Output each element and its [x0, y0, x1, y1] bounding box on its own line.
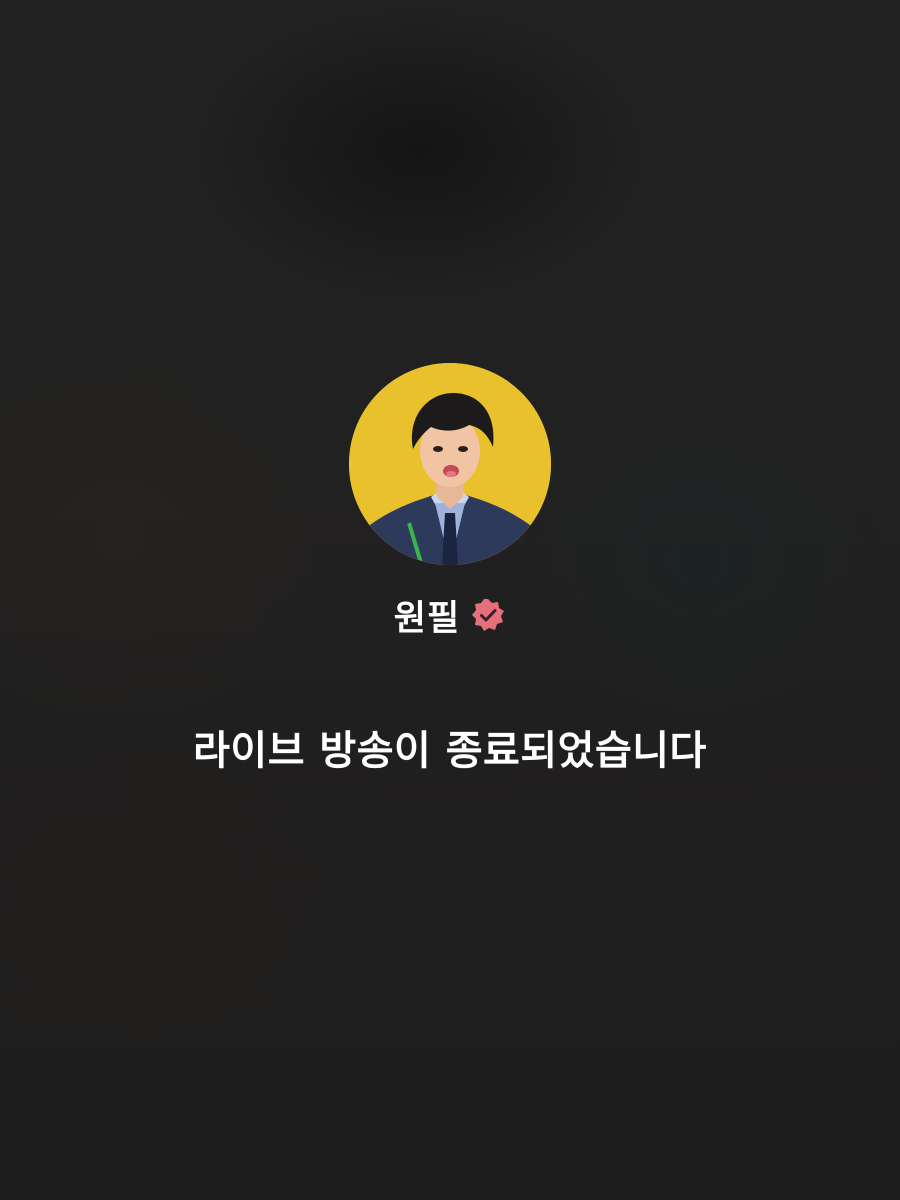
verified-badge-icon	[472, 599, 505, 631]
avatar-portrait-image	[349, 363, 551, 565]
avatar[interactable]	[349, 363, 551, 565]
profile-name-row: 원필	[0, 590, 900, 640]
profile-name: 원필	[393, 598, 461, 639]
live-ended-screen: 원필 라이브 방송이 종료되었습니다	[0, 0, 900, 1200]
live-ended-message: 라이브 방송이 종료되었습니다	[193, 728, 707, 774]
